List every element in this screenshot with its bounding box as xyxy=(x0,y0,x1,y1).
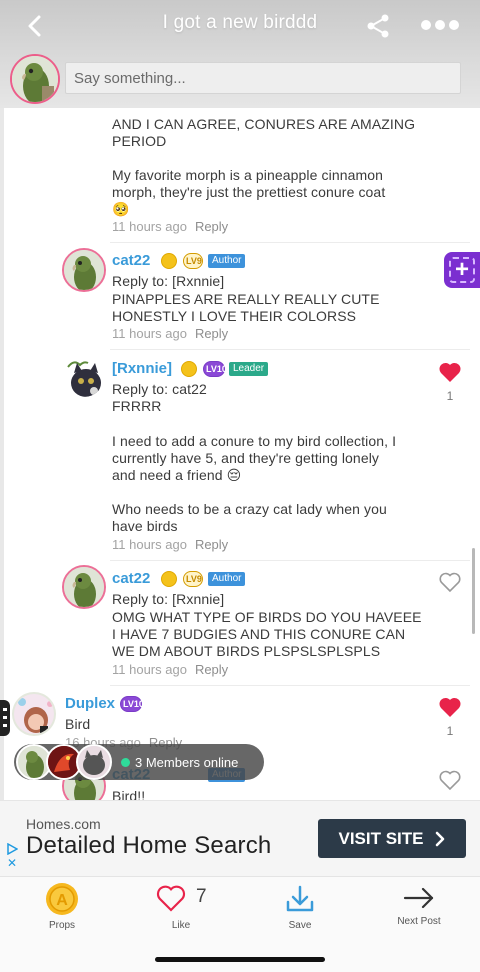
username[interactable]: cat22 xyxy=(112,252,150,269)
plus-icon: + xyxy=(449,257,475,283)
comment-meta: 11 hours ago Reply xyxy=(112,326,228,341)
left-rail xyxy=(0,108,4,800)
like-label: Like xyxy=(171,920,191,931)
comment-time: 11 hours ago xyxy=(112,662,187,677)
props-coin-icon: A xyxy=(46,883,78,915)
heart-filled-icon[interactable] xyxy=(438,696,462,718)
share-button[interactable] xyxy=(364,12,392,40)
cat-avatar-image xyxy=(78,746,110,778)
comment-meta: 11 hours ago Reply xyxy=(112,662,228,677)
arrow-right-icon xyxy=(403,887,434,909)
parrot-avatar-image xyxy=(12,56,58,102)
level-badge: LV10 xyxy=(120,696,144,712)
ad-choices-icon[interactable] xyxy=(6,843,18,855)
divider xyxy=(110,560,470,561)
reply-link[interactable]: Reply xyxy=(195,662,228,677)
heart-filled-icon[interactable] xyxy=(438,361,462,383)
heart-outline-icon xyxy=(156,885,186,912)
next-post-label: Next Post xyxy=(397,916,441,927)
scrollbar[interactable] xyxy=(472,548,475,634)
gold-badge-icon xyxy=(181,361,197,377)
ad-headline[interactable]: Detailed Home Search xyxy=(26,832,271,860)
black-cat-avatar-image xyxy=(64,357,104,397)
top-bar: I got a new birddd xyxy=(0,0,480,108)
heart-outline-icon[interactable] xyxy=(438,571,462,593)
home-indicator[interactable] xyxy=(155,957,325,962)
online-indicator-icon xyxy=(121,758,130,767)
reply-to-label: Reply to: [Rxnnie] xyxy=(112,591,225,607)
comment-meta: 11 hours ago Reply xyxy=(112,219,228,234)
comment-time: 11 hours ago xyxy=(112,219,187,234)
side-drawer-handle[interactable] xyxy=(0,700,10,736)
avatar[interactable] xyxy=(12,692,56,736)
comment-text: PINAPPLES ARE REALLY REALLY CUTE HONESTL… xyxy=(112,291,380,324)
like-count: 1 xyxy=(446,389,454,403)
level-badge: LV9 xyxy=(183,571,203,587)
gold-badge-icon xyxy=(161,253,177,269)
save-label: Save xyxy=(288,920,312,931)
back-button[interactable] xyxy=(22,12,50,40)
reply-link[interactable]: Reply xyxy=(195,219,228,234)
gold-badge-icon xyxy=(161,571,177,587)
more-dots-icon xyxy=(421,20,459,30)
username[interactable]: Duplex xyxy=(65,695,115,712)
comment-text: Bird xyxy=(65,716,91,732)
members-online-label: 3 Members online xyxy=(135,755,239,770)
divider xyxy=(110,242,470,243)
reply-to-label: Reply to: [Rxnnie] xyxy=(112,273,225,289)
comment-meta: 11 hours ago Reply xyxy=(112,537,228,552)
parrot-avatar-image xyxy=(64,250,104,290)
anime-avatar-image xyxy=(14,694,54,734)
comment-text: OMG WHAT TYPE OF BIRDS DO YOU HAVEEE I H… xyxy=(112,609,422,659)
download-icon xyxy=(286,885,314,912)
visit-site-button[interactable]: VISIT SITE xyxy=(318,819,466,858)
comment-time: 11 hours ago xyxy=(112,326,187,341)
comment-text: AND I CAN AGREE, CONURES ARE AMAZING PER… xyxy=(112,116,416,149)
comment-text: FRRRR xyxy=(112,398,162,414)
author-tag: Author xyxy=(208,254,246,268)
comment-time: 11 hours ago xyxy=(112,537,187,552)
ad-close-icon[interactable]: ✕ xyxy=(7,856,17,870)
comment-text: Who needs to be a crazy cat lady when yo… xyxy=(112,501,387,534)
my-avatar[interactable] xyxy=(10,54,60,104)
more-options-button[interactable] xyxy=(420,16,460,34)
chevron-left-icon xyxy=(28,15,41,37)
username[interactable]: [Rxnnie] xyxy=(112,360,172,377)
ad-domain: Homes.com xyxy=(26,816,101,832)
reply-link[interactable]: Reply xyxy=(195,326,228,341)
comment-text: My favorite morph is a pineapple cinnamo… xyxy=(112,167,386,217)
chevron-right-icon xyxy=(435,831,444,846)
create-post-button[interactable]: + xyxy=(444,252,480,288)
visit-site-label: VISIT SITE xyxy=(338,828,424,848)
parrot-avatar-image xyxy=(64,567,104,607)
props-label: Props xyxy=(48,920,76,931)
avatar[interactable] xyxy=(62,248,106,292)
reply-link[interactable]: Reply xyxy=(195,537,228,552)
like-count: 1 xyxy=(446,724,454,738)
avatar[interactable] xyxy=(62,355,106,399)
level-badge: LV10 xyxy=(203,361,227,377)
like-total: 7 xyxy=(196,886,207,907)
page-title: I got a new birddd xyxy=(162,12,318,33)
divider xyxy=(110,685,470,686)
heart-outline-icon[interactable] xyxy=(438,769,462,791)
avatar[interactable] xyxy=(62,565,106,609)
comment-input[interactable] xyxy=(65,62,461,94)
author-tag: Author xyxy=(208,572,246,586)
level-badge: LV9 xyxy=(183,253,203,269)
reply-to-label: Reply to: cat22 xyxy=(112,381,207,397)
leader-tag: Leader xyxy=(229,362,269,376)
share-icon xyxy=(367,14,389,38)
member-avatar xyxy=(76,744,112,780)
divider xyxy=(110,349,470,350)
username[interactable]: cat22 xyxy=(112,570,150,587)
svg-text:A: A xyxy=(56,892,68,909)
comment-text: I need to add a conure to my bird collec… xyxy=(112,433,397,483)
